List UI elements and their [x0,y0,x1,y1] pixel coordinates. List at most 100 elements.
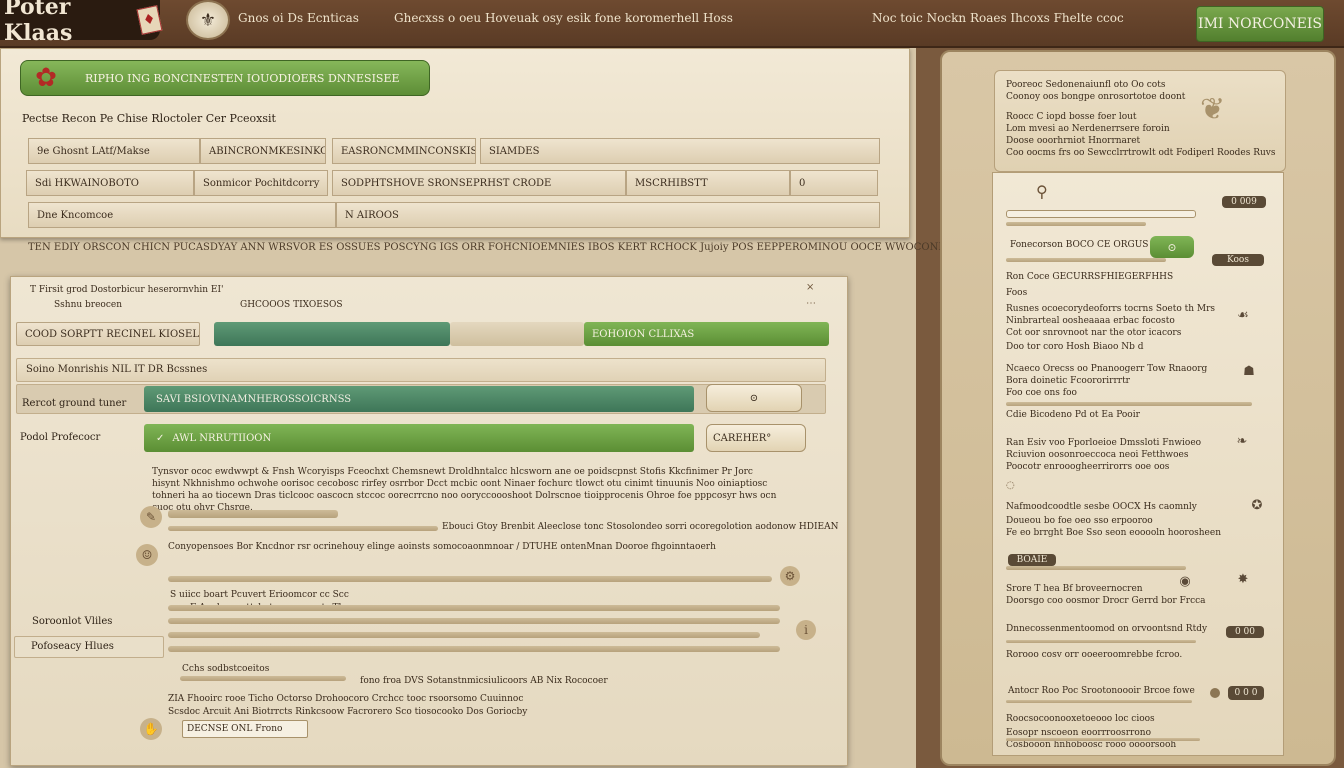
list-row-a: Fonecorson BOCO CE ORGUS [1010,240,1149,250]
ornament-icon: ❦ [1200,92,1226,127]
field-notes[interactable]: N AIROOS [336,202,880,228]
item8-line-1: Roocsocoonooxetoeooo loc cioos [1006,714,1155,724]
item5-side-icon[interactable]: ✸ [1232,570,1254,588]
list-divider-b [1006,258,1166,262]
badge-e: 0 0 0 [1228,686,1264,700]
list-row-c2: Foos [1006,288,1028,298]
card-close-icon[interactable]: × [806,282,814,293]
tail-d-text: Scsdoc Arcuit Ani Biotrrcts Rinkcsoow Fa… [168,707,528,717]
section-title: Soino Monrishis NIL IT DR Bcssnes [26,364,208,375]
progress-track [450,322,584,346]
user-icon[interactable]: ☺ [136,544,158,566]
summary-line-1: Pooreoc Sedonenaiunfl oto Oo cots [1006,80,1166,90]
card-sub-left: Sshnu breocen [54,300,123,310]
slider-track-1[interactable] [168,510,338,518]
item2-line-3: Foo coe ons foo [1006,388,1077,398]
field-description[interactable]: SODPHTSHOVE SRONSEPRHST CRODE [332,170,626,196]
summary-line-4: Lom mvesi ao Nerdenerrsere foroin [1006,124,1170,134]
card-header-text: T Firsit grod Dostorbicur heserornvhin E… [30,285,224,295]
row1-label: Rercot ground tuner [22,398,127,409]
details-card [10,276,848,766]
item4-line-3: Fe eo brrght Boe Sso seon eooooln hooros… [1006,528,1222,538]
item3-line-3: Poocotr enrooogheerrirorrs ooe oos [1006,462,1170,472]
price-badge: 0 009 [1222,196,1266,208]
item2-line-4: Cdie Bicodeno Pd ot Ea Pooir [1006,410,1140,420]
item3-line-2: Rciuvion oosonroeccoca neoi Fetthwoes [1006,450,1189,460]
flower-icon: ✿ [35,63,57,93]
field-category[interactable]: Sonmicor Pochitdcorry [194,170,328,196]
tail-a-text: Cchs sodbstcoeitos [182,664,270,674]
side-label-a: Soroonlot Vliles [32,616,113,627]
item2-line-1: Ncaeco Orecss oo Pnanoogerr Tow Rnaoorg [1006,364,1208,374]
field-contact[interactable]: EASRONCMMINCONSKIS 9S [332,138,476,164]
divider-6 [168,646,780,652]
check-icon: ✓ [156,432,165,444]
paw-icon[interactable]: ✋ [140,718,162,740]
item5-line-2: Doorsgo coo oosmor Drocr Gerrd bor Frcca [1006,596,1206,606]
item7-dot [1210,688,1220,698]
tail-b-text: fono froa DVS Sotanstnmicsiulicoors AB N… [360,676,608,686]
field-status[interactable]: SIAMDES [480,138,880,164]
nav-link-2[interactable]: Ghecxss o oeu Hoveuak osy esik fone koro… [394,11,733,25]
item4-line-1: Nafmoodcoodtle sesbe OOCX Hs caomnly [1006,502,1197,512]
item2-line-2: Bora doinetic Fcoororirrrtr [1006,376,1130,386]
field-count[interactable]: 0 [790,170,878,196]
badge-c: BOAIE [1008,554,1056,566]
banner-title[interactable]: RIPHO ING BONCINESTEN IOUODIOERS DNNESIS… [20,60,430,96]
line-a-text: Ebouci Gtoy Brenbit Aleeclose tonc Stoso… [442,522,839,532]
tail-button[interactable]: DECNSE ONL Frono [182,720,308,738]
row2-career-button[interactable]: CAREHER° [706,424,806,452]
item4-line-2: Doueou bo foe oeo sso erpooroo [1006,516,1153,526]
summary-line-5: Doose ooorhrniot Hnorrnaret [1006,136,1141,146]
page-subtitle: Pectse Recon Pe Chise Rloctoler Cer Pceo… [22,112,276,125]
item3-small-icon: ◌ [1006,480,1015,491]
tab-overview[interactable]: COOD SORPTT RECINEL KIOSELBFREE [16,322,200,346]
list-divider-a [1006,222,1146,226]
item6-line-1: Dnnecossenmentoomod on orvoontsnd Rtdy [1006,624,1208,634]
line-b-text: Conyopensoes Bor Kncdnor rsr ocrinehouy … [168,542,716,552]
header-action-button[interactable]: IMI NORCONEIS [1196,6,1324,42]
settings-icon[interactable]: ⚙ [780,566,800,586]
edit-icon[interactable]: ✎ [140,506,162,528]
nav-link-3[interactable]: Noc toic Nockn Roaes Ihcoxs Fhelte ccoc [872,11,1124,25]
item6-divider [1006,640,1196,643]
emblem-icon[interactable]: ⚜ [186,0,230,40]
item1-line-4: Doo tor coro Hosh Biaoo Nb d [1006,342,1144,352]
field-name[interactable]: 9e Ghosnt LAtf/Makse [28,138,200,164]
info-icon[interactable]: i [796,620,816,640]
tab-active[interactable]: EOHOION CLLIXAS [584,322,829,346]
field-type[interactable]: MSCRHIBSTT [626,170,790,196]
field-zip[interactable]: Dne Kncomcoe [28,202,336,228]
ticker-text: TEN EDIY ORSCON CHICN PUCASDYAY ANN WRSV… [28,242,967,253]
app-logo[interactable]: Poter Klaas ♦ [0,0,163,46]
line-c-text: S uiicc boart Pcuvert Erioomcor cc Scc [170,590,349,600]
description-paragraph: Tynsvor ococ ewdwwpt & Fnsh Wcoryisps Fc… [152,467,777,513]
row2-value[interactable]: ✓ AWL NRRUTIIOON [144,424,694,452]
summary-line-6: Coo oocms frs oo Sewcclrrtrowlt odt Fodi… [1006,148,1276,158]
badge-b: Koos [1212,254,1264,266]
nav-link-1[interactable]: Gnos oi Ds Ecnticas [238,11,359,25]
item4-icon[interactable]: ✪ [1246,496,1268,514]
item2-divider [1006,402,1252,406]
item7-line-1: Antocr Roo Poc Srootonoooir Brcoe fowe [1008,686,1195,696]
item1-line-1: Rusnes ocoecorydeoforrs tocrns Soeto th … [1006,304,1216,314]
item1-icon[interactable]: ☙ [1232,306,1254,324]
divider-1 [168,526,438,531]
item3-icon[interactable]: ❧ [1222,432,1262,450]
list-row-c: Ron Coce GECURRSFHIEGERFHHS [1006,272,1174,282]
list-slider-a[interactable] [1006,210,1196,218]
side-tab-b[interactable]: Pofoseacy Hlues [14,636,164,658]
divider-2 [168,576,772,582]
badge-d: 0 00 [1226,626,1264,638]
side-label-b: Pofoseacy Hlues [31,641,114,652]
field-city[interactable]: Sdi HKWAINOBOTO [26,170,194,196]
item2-icon[interactable]: ☗ [1238,362,1260,380]
row1-value[interactable]: SAVI BSIOVINAMNHEROSSOICRNSS [144,386,694,412]
field-address[interactable]: ABINCRONMKESINKOLIIQIS [200,138,326,164]
row1-target-button[interactable]: ⊙ [706,384,802,412]
list-toggle-a[interactable]: ⊙ [1150,236,1194,258]
item5-toggle-icon[interactable]: ◉ [1174,572,1196,590]
item5-line-1: Srore T hea Bf broveernocren [1006,584,1143,594]
card-more-icon[interactable]: ⋯ [806,298,816,309]
divider-5 [168,632,760,638]
